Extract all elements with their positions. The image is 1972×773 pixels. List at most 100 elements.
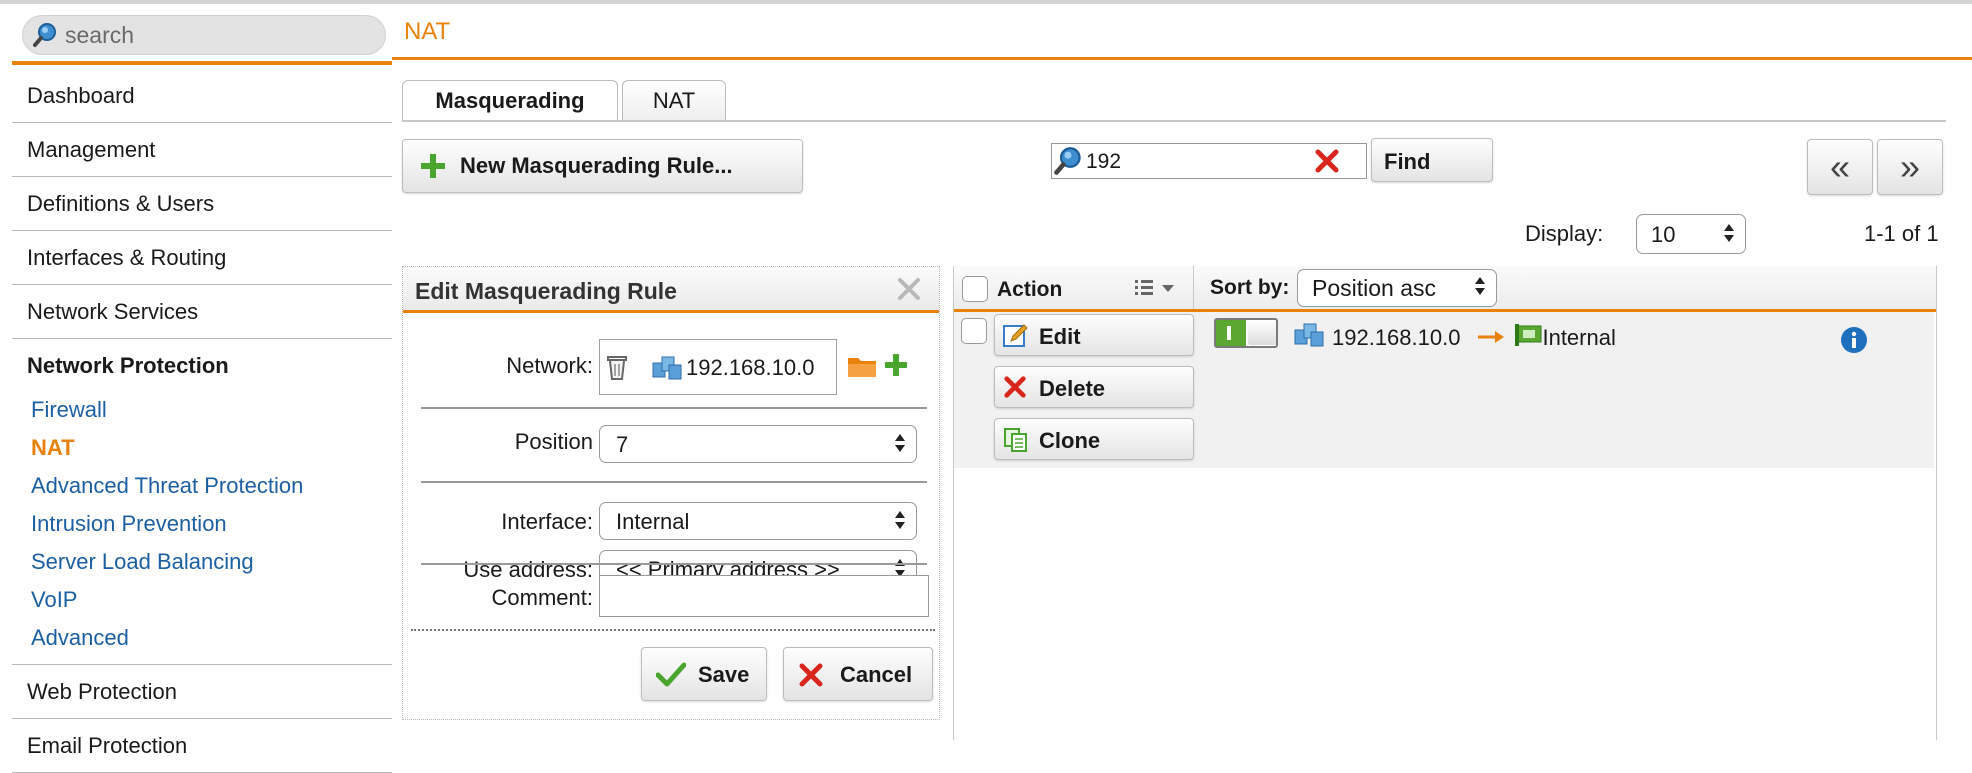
sidebar-subitem-intrusion-prevention[interactable]: Intrusion Prevention — [12, 505, 392, 543]
arrow-right-icon — [1476, 325, 1506, 351]
dotted-separator — [411, 629, 935, 631]
prev-page-label: « — [1829, 146, 1851, 187]
sidebar-item-network-services[interactable]: Network Services — [12, 285, 392, 339]
sidebar-subitem-advanced[interactable]: Advanced — [12, 619, 392, 657]
row-checkbox[interactable] — [961, 318, 987, 344]
prev-page-button[interactable]: « — [1807, 139, 1873, 195]
network-icon — [652, 355, 682, 386]
folder-icon[interactable] — [847, 353, 877, 384]
toggle-on-state — [1216, 320, 1246, 346]
sidebar-subitem-server-load-balancing[interactable]: Server Load Balancing — [12, 543, 392, 581]
interface-select[interactable]: Internal — [599, 502, 917, 540]
position-select[interactable]: 7 — [599, 425, 917, 463]
next-page-button[interactable]: » — [1877, 139, 1943, 195]
result-count: 1-1 of 1 — [1864, 221, 1939, 246]
new-masquerading-rule-button[interactable]: New Masquerading Rule... — [402, 139, 803, 193]
toggle-knob — [1248, 321, 1276, 345]
add-network-icon[interactable] — [884, 353, 908, 382]
interface-label: Interface: — [501, 509, 593, 534]
sidebar-subnav: Firewall NAT Advanced Threat Protection … — [12, 391, 392, 665]
use-address-label: Use address: — [463, 557, 593, 582]
rule-interface: Internal — [1542, 325, 1616, 350]
next-page-label: » — [1899, 146, 1921, 187]
save-label: Save — [698, 662, 750, 687]
panel-title: Edit Masquerading Rule — [415, 278, 677, 304]
table-header: Action Sort by: Position asc — [954, 266, 1936, 312]
interface-value: Internal — [616, 509, 690, 534]
network-value: 192.168.10.0 — [686, 355, 815, 380]
trash-icon[interactable] — [606, 353, 628, 386]
sidebar-item-dashboard[interactable]: Dashboard — [12, 69, 392, 123]
edit-label: Edit — [1039, 324, 1081, 349]
sidebar-item-web-protection[interactable]: Web Protection — [12, 665, 392, 719]
action-column-header: Action — [954, 266, 1194, 309]
edit-button[interactable]: Edit — [994, 314, 1194, 356]
columns-icon[interactable] — [1134, 278, 1180, 303]
cancel-label: Cancel — [840, 662, 913, 687]
sidebar-subitem-nat[interactable]: NAT — [12, 429, 392, 467]
tab-underline — [402, 120, 1946, 122]
sidebar-item-network-protection[interactable]: Network Protection — [12, 339, 392, 391]
sidebar-item-email-protection[interactable]: Email Protection — [12, 719, 392, 773]
rules-table: Action Sort by: Position asc Edit Delete… — [953, 266, 1937, 740]
sidebar-item-interfaces-routing[interactable]: Interfaces & Routing — [12, 231, 392, 285]
delete-label: Delete — [1039, 376, 1106, 401]
rule-description: 192.168.10.0 Internal — [1294, 322, 1616, 354]
display-label: Display: — [1525, 221, 1604, 246]
sidebar-subitem-firewall[interactable]: Firewall — [12, 391, 392, 429]
search-icon — [1054, 146, 1082, 181]
sidebar-search[interactable] — [22, 15, 386, 55]
search-icon — [33, 22, 57, 53]
action-header-label: Action — [997, 278, 1063, 301]
find-label: Find — [1384, 149, 1431, 174]
info-icon[interactable] — [1840, 326, 1868, 359]
display-select[interactable]: 10 — [1636, 214, 1746, 254]
sort-value: Position asc — [1312, 275, 1437, 301]
table-row: Edit Delete Clone 192.168.10.0 Internal — [954, 312, 1934, 468]
sidebar-item-definitions-users[interactable]: Definitions & Users — [12, 177, 392, 231]
sidebar-subitem-voip[interactable]: VoIP — [12, 581, 392, 619]
edit-masquerading-rule-panel: Edit Masquerading Rule Network: 192.168.… — [402, 266, 940, 720]
network-field[interactable]: 192.168.10.0 — [599, 339, 837, 395]
delete-icon — [1003, 375, 1027, 405]
position-label: Position — [514, 429, 593, 454]
filter-value: 192 — [1086, 150, 1122, 173]
sidebar-nav: Dashboard Management Definitions & Users… — [12, 69, 392, 773]
close-icon[interactable] — [897, 276, 921, 308]
cancel-icon — [798, 662, 824, 694]
network-label: Network: — [506, 353, 593, 378]
comment-field[interactable] — [599, 575, 929, 617]
delete-button[interactable]: Delete — [994, 366, 1194, 408]
field-separator — [421, 481, 927, 483]
interface-icon — [1514, 322, 1542, 354]
rule-enabled-toggle[interactable] — [1214, 318, 1278, 348]
sidebar: Dashboard Management Definitions & Users… — [0, 4, 392, 773]
filter-input[interactable]: 192 — [1051, 143, 1367, 179]
clone-icon — [1003, 427, 1029, 459]
page-title: NAT — [404, 18, 451, 45]
find-button[interactable]: Find — [1371, 138, 1493, 182]
select-arrows-icon — [894, 509, 906, 537]
edit-icon — [1003, 323, 1029, 355]
panel-header: Edit Masquerading Rule — [403, 267, 939, 313]
select-all-checkbox[interactable] — [962, 276, 988, 302]
comment-label: Comment: — [491, 585, 593, 610]
sidebar-subitem-advanced-threat-protection[interactable]: Advanced Threat Protection — [12, 467, 392, 505]
clear-icon[interactable] — [1314, 148, 1340, 179]
clone-button[interactable]: Clone — [994, 418, 1194, 460]
tab-nat[interactable]: NAT — [622, 80, 726, 122]
search-input[interactable] — [63, 20, 373, 50]
new-masquerading-rule-label: New Masquerading Rule... — [460, 153, 733, 178]
select-arrows-icon — [1723, 222, 1735, 250]
select-arrows-icon — [1474, 275, 1486, 303]
cancel-button[interactable]: Cancel — [783, 647, 933, 701]
check-icon — [655, 662, 687, 694]
rule-network: 192.168.10.0 — [1332, 325, 1461, 350]
sort-by-label: Sort by: — [1210, 276, 1290, 299]
tab-masquerading[interactable]: Masquerading — [402, 80, 618, 122]
search-underline — [12, 61, 392, 65]
save-button[interactable]: Save — [641, 647, 767, 701]
sidebar-item-management[interactable]: Management — [12, 123, 392, 177]
header-underline — [392, 57, 1972, 60]
sort-select[interactable]: Position asc — [1297, 269, 1497, 307]
